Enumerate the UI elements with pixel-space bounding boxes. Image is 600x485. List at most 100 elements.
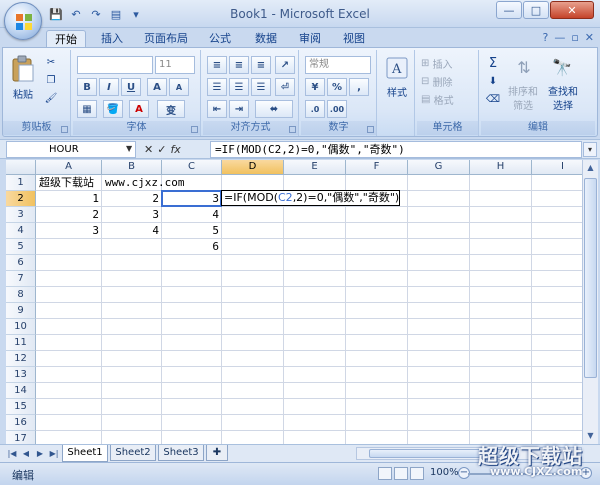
cell-b4[interactable]: 4 [102, 223, 162, 239]
wrap-text-icon[interactable]: ⏎ [275, 78, 295, 96]
scroll-down-icon[interactable]: ▼ [583, 428, 598, 444]
styles-button[interactable]: 样式 [379, 84, 415, 99]
cell-a1[interactable]: 超级下载站 [36, 175, 97, 191]
zoom-slider[interactable] [468, 473, 578, 475]
align-bottom-icon[interactable]: ≡ [251, 56, 271, 74]
orientation-icon[interactable]: ↗ [275, 56, 295, 74]
row-header-1[interactable]: 1 [6, 175, 36, 191]
row-header-2[interactable]: 2 [6, 191, 36, 207]
align-top-icon[interactable]: ≡ [207, 56, 227, 74]
name-box-dropdown-icon[interactable]: ▼ [126, 144, 132, 153]
column-header-b[interactable]: B [102, 160, 162, 175]
sheet-tab-sheet1[interactable]: Sheet1 [62, 445, 108, 462]
delete-cells-button[interactable]: ⊟ 删除 [421, 74, 475, 89]
percent-button[interactable]: % [327, 78, 347, 96]
sort-filter-label-2[interactable]: 筛选 [503, 98, 543, 112]
align-middle-icon[interactable]: ≡ [229, 56, 249, 74]
insert-sheet-icon[interactable]: ✚ [206, 445, 228, 461]
tab-review[interactable]: 审阅 [292, 30, 328, 48]
workbook-minimize-icon[interactable]: — [554, 31, 565, 44]
row-header-15[interactable]: 15 [6, 399, 36, 415]
minimize-button[interactable]: — [496, 1, 522, 19]
row-header-12[interactable]: 12 [6, 351, 36, 367]
scroll-up-icon[interactable]: ▲ [583, 160, 598, 176]
row-header-13[interactable]: 13 [6, 367, 36, 383]
sort-filter-icon[interactable]: ⇅ [511, 54, 537, 80]
tab-data[interactable]: 数据 [248, 30, 284, 48]
alignment-dialog-launcher[interactable] [289, 126, 296, 133]
office-button[interactable] [4, 2, 42, 40]
font-color-button[interactable]: A [129, 100, 149, 118]
workbook-close-icon[interactable]: ✕ [585, 31, 594, 44]
italic-button[interactable]: I [99, 78, 119, 96]
autosum-button[interactable]: Σ [485, 56, 501, 71]
number-dialog-launcher[interactable] [367, 126, 374, 133]
cell-a4[interactable]: 3 [36, 223, 102, 239]
sheet-tab-sheet3[interactable]: Sheet3 [158, 445, 204, 461]
row-header-14[interactable]: 14 [6, 383, 36, 399]
row-header-5[interactable]: 5 [6, 239, 36, 255]
cell-c3[interactable]: 4 [162, 207, 222, 223]
cell-c4[interactable]: 5 [162, 223, 222, 239]
close-button[interactable]: ✕ [550, 1, 594, 19]
row-header-7[interactable]: 7 [6, 271, 36, 287]
insert-cells-button[interactable]: ⊞ 插入 [421, 56, 475, 71]
copy-icon[interactable]: ❐ [43, 72, 59, 88]
decrease-decimal-icon[interactable]: .00 [327, 100, 347, 118]
row-header-9[interactable]: 9 [6, 303, 36, 319]
font-dialog-launcher[interactable] [191, 126, 198, 133]
column-header-i[interactable]: I [532, 160, 582, 175]
row-header-16[interactable]: 16 [6, 415, 36, 431]
name-box[interactable]: HOUR [6, 141, 136, 158]
row-header-3[interactable]: 3 [6, 207, 36, 223]
number-format-box[interactable]: 常规 [305, 56, 371, 74]
sort-filter-label-1[interactable]: 排序和 [503, 84, 543, 98]
fill-icon[interactable]: ⬇ [485, 74, 501, 88]
workbook-restore-icon[interactable]: ▫ [571, 31, 578, 44]
paste-button[interactable]: 粘贴 [7, 86, 39, 101]
column-header-d[interactable]: D [222, 160, 284, 175]
increase-decimal-icon[interactable]: .0 [305, 100, 325, 118]
normal-view-icon[interactable] [378, 467, 392, 480]
zoom-level[interactable]: 100% [430, 467, 459, 478]
format-cells-button[interactable]: ▤ 格式 [421, 92, 475, 107]
tab-view[interactable]: 视图 [336, 30, 372, 48]
cell-b3[interactable]: 3 [102, 207, 162, 223]
vertical-scroll-thumb[interactable] [584, 178, 597, 378]
phonetic-button[interactable]: 变 [157, 100, 185, 118]
maximize-button[interactable]: □ [523, 1, 549, 19]
font-name-box[interactable] [77, 56, 153, 74]
row-header-4[interactable]: 4 [6, 223, 36, 239]
page-break-view-icon[interactable] [410, 467, 424, 480]
tab-insert[interactable]: 插入 [94, 30, 130, 48]
worksheet-grid[interactable]: A B C D E F G H I 1 2 3 4 5 6 7 8 9 10 11 12 13 14 15 16 17 超级下载站 w… [6, 160, 582, 444]
horizontal-scroll-thumb[interactable] [369, 449, 519, 458]
customize-qat-icon[interactable]: ▾ [128, 6, 144, 22]
save-icon[interactable]: 💾 [48, 6, 64, 22]
styles-icon[interactable]: A [383, 54, 411, 82]
horizontal-scrollbar[interactable] [356, 447, 582, 460]
font-size-box[interactable]: 11 [155, 56, 195, 74]
row-header-6[interactable]: 6 [6, 255, 36, 271]
shrink-font-button[interactable]: A [169, 78, 189, 96]
decrease-indent-icon[interactable]: ⇤ [207, 100, 227, 118]
insert-function-icon[interactable]: fx [170, 143, 180, 156]
redo-icon[interactable]: ↷ [88, 6, 104, 22]
help-icon[interactable]: ? [542, 31, 548, 44]
clear-icon[interactable]: ⌫ [485, 92, 501, 106]
cell-b1[interactable]: www.cjxz.com [102, 175, 187, 191]
align-right-icon[interactable]: ☰ [251, 78, 271, 96]
format-painter-icon[interactable]: 🖌 [43, 90, 59, 106]
column-header-e[interactable]: E [284, 160, 346, 175]
print-preview-icon[interactable]: ▤ [108, 6, 124, 22]
row-header-8[interactable]: 8 [6, 287, 36, 303]
page-layout-view-icon[interactable] [394, 467, 408, 480]
column-header-c[interactable]: C [162, 160, 222, 175]
tab-home[interactable]: 开始 [46, 30, 86, 48]
currency-icon[interactable]: ¥ [305, 78, 325, 96]
row-header-17[interactable]: 17 [6, 431, 36, 444]
cell-d2-editor[interactable]: =IF(MOD(C2,2)=0,"偶数","奇数") [221, 190, 401, 206]
next-sheet-icon[interactable]: ▶ [34, 447, 46, 460]
row-header-10[interactable]: 10 [6, 319, 36, 335]
find-binoculars-icon[interactable]: 🔭 [549, 54, 575, 80]
